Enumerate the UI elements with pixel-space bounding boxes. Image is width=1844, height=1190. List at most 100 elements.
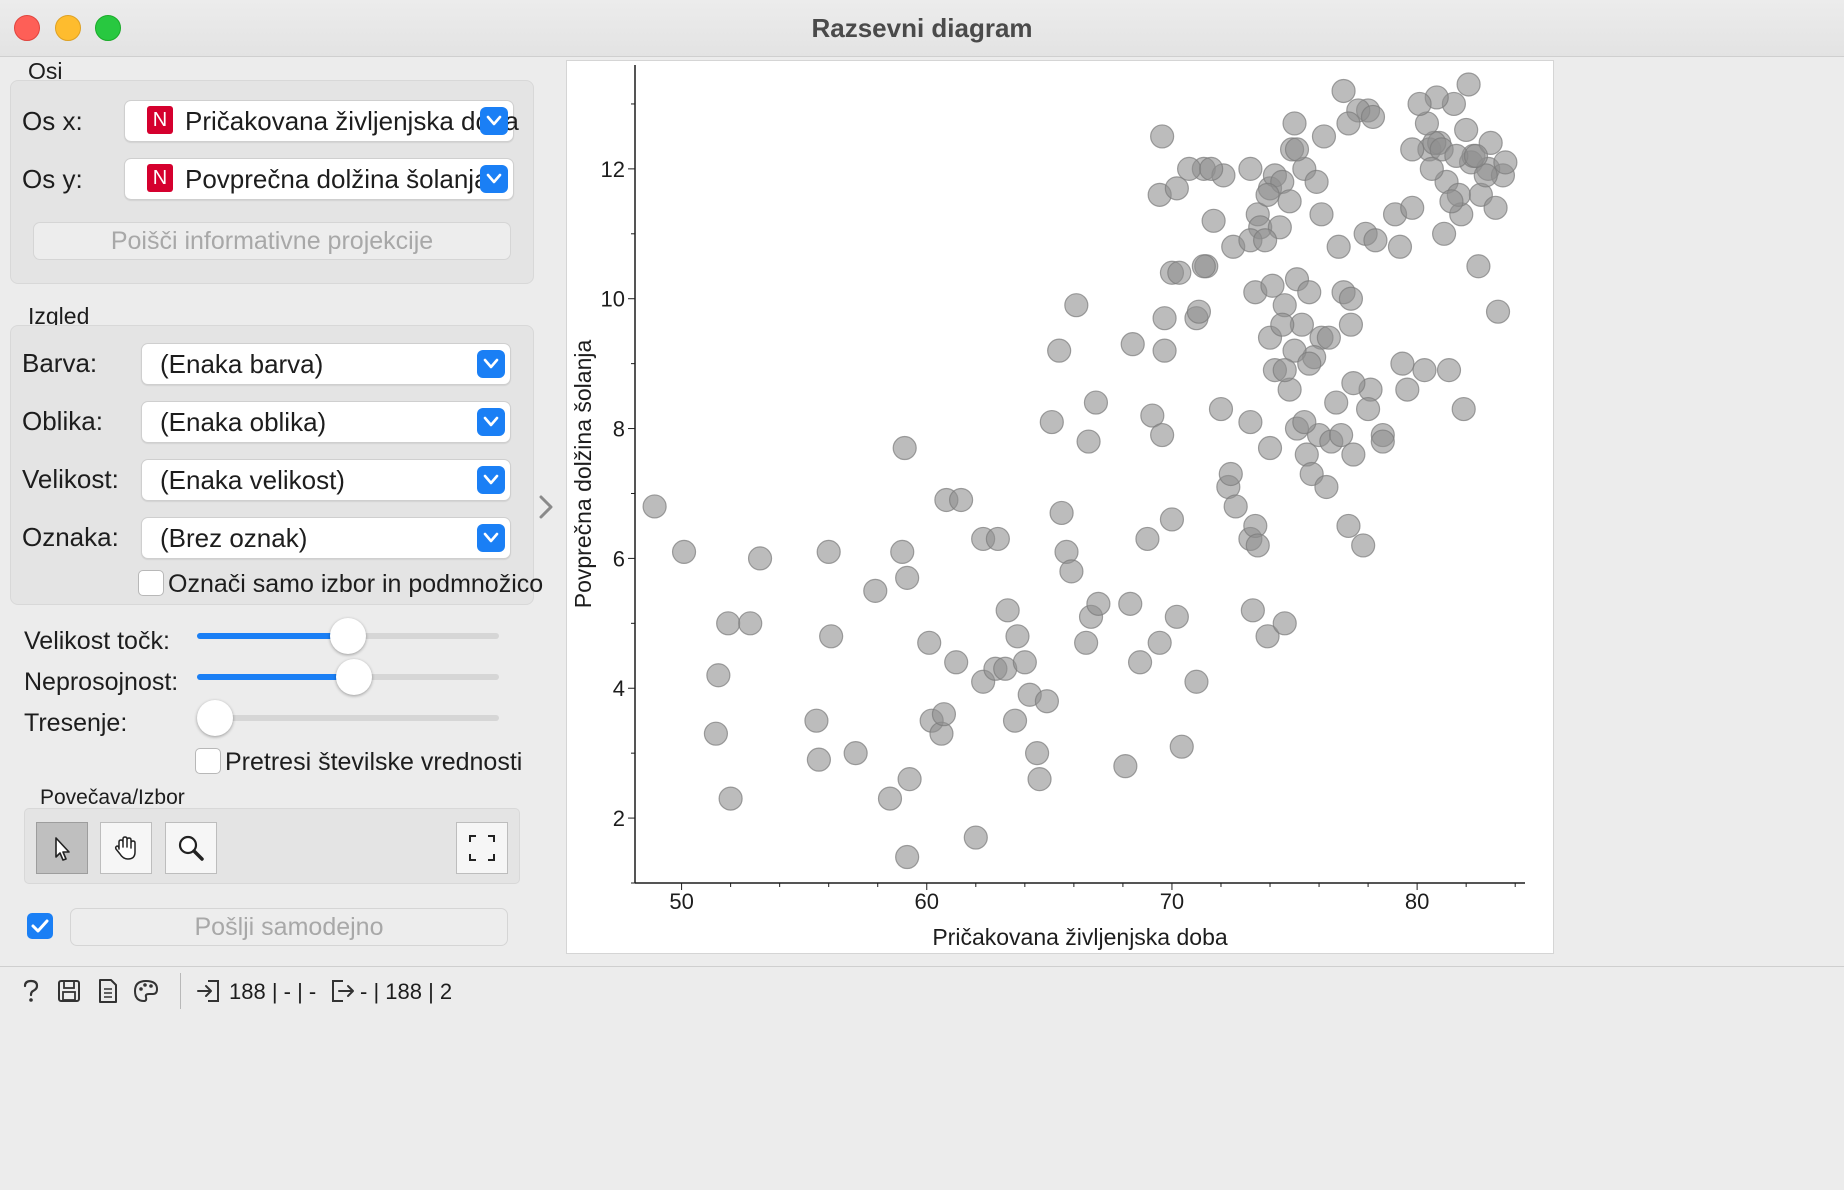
data-point <box>1407 91 1432 117</box>
window-title: Razsevni diagram <box>811 13 1033 43</box>
shape-label: Oblika: <box>22 406 103 436</box>
data-point <box>1150 124 1175 149</box>
pointer-tool-button[interactable] <box>36 822 88 874</box>
x-tick-label: 80 <box>1405 889 1429 914</box>
data-point <box>985 526 1010 552</box>
checkmark-icon <box>31 919 49 933</box>
save-icon[interactable] <box>56 978 82 1004</box>
send-automatically-checkbox[interactable] <box>27 913 53 939</box>
data-point <box>1355 396 1381 422</box>
data-point <box>877 786 903 811</box>
point-size-handle[interactable] <box>330 618 366 654</box>
jitter-label: Tresenje: <box>24 709 128 737</box>
data-point <box>1184 669 1209 694</box>
data-point <box>1191 254 1216 279</box>
scatter-plot[interactable]: 50 60 70 80 2 4 6 8 10 12 Pričakovana življenjska … <box>567 61 1553 953</box>
opacity-handle[interactable] <box>336 659 373 695</box>
opacity-slider[interactable] <box>197 659 499 695</box>
jitter-numeric-checkbox[interactable] <box>195 748 221 774</box>
send-automatically-button[interactable]: Pošlji samodejno <box>70 908 508 946</box>
size-label: Velikost: <box>22 464 119 494</box>
pointer-icon <box>55 837 70 861</box>
shape-select[interactable]: (Enaka oblika) <box>141 401 511 443</box>
data-point <box>1329 422 1354 448</box>
palette-icon[interactable] <box>132 978 160 1004</box>
data-point <box>1454 117 1479 143</box>
output-icon <box>332 980 354 1002</box>
y-tick-label: 4 <box>613 676 625 701</box>
data-point <box>1311 124 1337 149</box>
numeric-type-icon: N <box>147 106 173 134</box>
color-select[interactable]: (Enaka barva) <box>141 343 511 385</box>
numeric-type-icon: N <box>147 164 173 192</box>
data-point <box>1351 533 1376 558</box>
data-point <box>843 741 868 766</box>
help-icon[interactable] <box>20 978 42 1004</box>
data-point <box>718 786 743 811</box>
label-attr-label: Oznaka: <box>22 522 119 552</box>
data-point <box>1047 338 1072 363</box>
opacity-fill <box>197 674 355 680</box>
chevron-down-icon <box>477 524 505 552</box>
data-point <box>1493 150 1518 175</box>
size-select[interactable]: (Enaka velikost) <box>141 459 511 501</box>
x-axis-select[interactable]: N Pričakovana življenjska doba <box>124 100 519 142</box>
label-select[interactable]: (Brez oznak) <box>141 517 511 559</box>
zoom-groupbox <box>24 808 520 884</box>
y-axis-label: Os y: <box>22 164 83 194</box>
data-point <box>1012 650 1037 675</box>
chevron-down-icon <box>480 107 508 135</box>
chevron-down-icon <box>477 408 505 436</box>
data-point <box>1120 332 1145 357</box>
data-point <box>963 825 988 850</box>
data-point <box>1076 429 1101 454</box>
y-axis-value: Povprečna dolžina šolanja <box>185 164 489 194</box>
data-point <box>1309 202 1334 227</box>
data-point <box>1292 409 1317 435</box>
y-axis-select[interactable]: N Povprečna dolžina šolanja <box>124 158 514 200</box>
report-icon[interactable] <box>96 977 120 1005</box>
data-point <box>890 539 915 565</box>
x-tick-label: 60 <box>915 889 939 914</box>
zoom-tool-button[interactable] <box>165 822 217 874</box>
plot-area[interactable]: 50 60 70 80 2 4 6 8 10 12 Pričakovana življenjska … <box>566 60 1554 954</box>
data-point <box>1341 371 1366 396</box>
jitter-handle[interactable] <box>197 700 233 736</box>
data-point <box>1135 526 1160 552</box>
data-point <box>1412 358 1437 383</box>
data-point <box>1127 650 1153 675</box>
data-point <box>1167 260 1192 285</box>
data-point <box>1255 182 1280 207</box>
data-point <box>917 630 942 655</box>
x-axis-title: Pričakovana življenjska doba <box>932 924 1228 950</box>
shape-value: (Enaka oblika) <box>160 407 327 437</box>
zoom-to-fit-button[interactable] <box>456 822 508 874</box>
pan-tool-button[interactable] <box>100 822 152 874</box>
data-point <box>1395 377 1420 402</box>
label-only-selected-text: Označi samo izbor in podmnožico <box>168 570 544 598</box>
x-tick-label: 70 <box>1160 889 1184 914</box>
data-point <box>1164 176 1189 201</box>
data-point <box>1147 630 1172 655</box>
data-point <box>1272 611 1297 636</box>
x-tick-label: 50 <box>669 889 693 914</box>
find-projections-button[interactable]: Poišči informativne projekcije <box>33 222 511 260</box>
y-tick-label: 8 <box>613 417 625 442</box>
point-size-slider[interactable] <box>197 618 499 654</box>
data-point <box>1336 513 1361 539</box>
data-point <box>1199 156 1224 181</box>
label-only-selected-checkbox[interactable] <box>138 570 164 596</box>
data-point <box>1360 104 1386 130</box>
data-point <box>1338 312 1364 337</box>
data-point <box>1049 500 1074 526</box>
data-point <box>1208 396 1234 422</box>
data-point <box>1297 351 1322 376</box>
data-point <box>738 611 763 636</box>
point-size-label: Velikost točk: <box>24 627 170 655</box>
jitter-slider[interactable] <box>197 700 499 736</box>
chevron-right-icon[interactable] <box>536 494 556 520</box>
data-point <box>1002 708 1028 733</box>
hand-icon <box>114 836 136 860</box>
data-point <box>1341 442 1366 467</box>
title-bar: Razsevni diagram <box>0 0 1844 57</box>
